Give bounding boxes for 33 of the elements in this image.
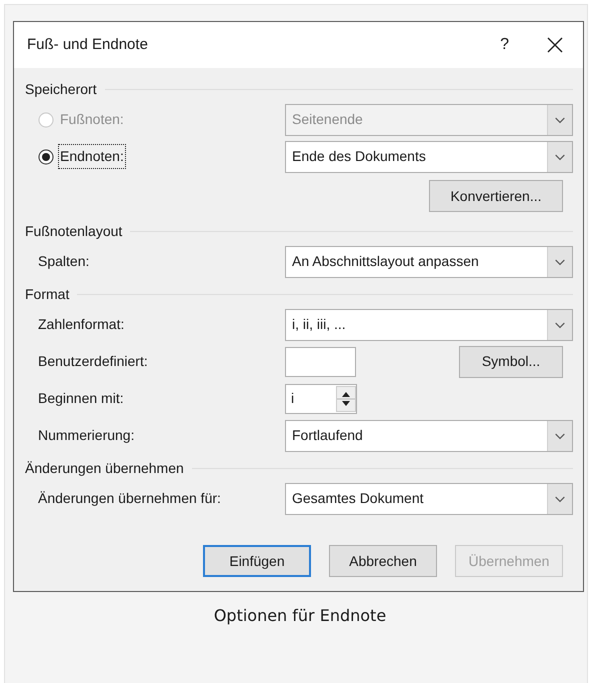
convert-button[interactable]: Konvertieren... bbox=[429, 180, 563, 212]
chevron-down-icon[interactable] bbox=[547, 420, 572, 450]
section-heading: Fußnotenlayout bbox=[25, 222, 122, 241]
chevron-down-icon[interactable] bbox=[547, 142, 572, 172]
field-label: Nummerierung: bbox=[38, 426, 136, 445]
dialog-button[interactable]: Abbrechen bbox=[329, 545, 437, 577]
close-icon[interactable] bbox=[547, 37, 563, 53]
chevron-down-icon[interactable] bbox=[547, 246, 572, 276]
dropdown[interactable]: Ende des Dokuments bbox=[285, 140, 573, 172]
radio-button[interactable] bbox=[38, 148, 54, 164]
dropdown[interactable]: An Abschnittslayout anpassen bbox=[285, 246, 573, 278]
field-label: Beginnen mit: bbox=[38, 389, 125, 408]
dialog-button[interactable]: Einfügen bbox=[203, 545, 311, 577]
chevron-down-icon[interactable] bbox=[547, 310, 572, 340]
input-field[interactable] bbox=[285, 346, 356, 376]
figure-caption: Optionen für Endnote bbox=[212, 605, 388, 627]
field-label: Änderungen übernehmen für: bbox=[38, 489, 222, 508]
section-heading: Format bbox=[25, 284, 70, 304]
section-heading: Speicherort bbox=[25, 80, 97, 99]
field-label: Benutzerdefiniert: bbox=[38, 352, 149, 371]
dropdown[interactable]: Fortlaufend bbox=[285, 420, 573, 452]
field-label: Zahlenformat: bbox=[38, 315, 126, 334]
radio-label[interactable]: Endnoten: bbox=[60, 146, 124, 167]
symbol-button[interactable]: Symbol... bbox=[459, 346, 563, 378]
dropdown[interactable]: Gesamtes Dokument bbox=[285, 482, 573, 514]
spinner-field[interactable]: i bbox=[285, 384, 357, 414]
spinner-arrows-icon[interactable] bbox=[336, 386, 356, 412]
dropdown[interactable]: i, ii, iii, ... bbox=[285, 308, 573, 340]
section-heading: Änderungen übernehmen bbox=[25, 458, 184, 478]
chevron-down-icon[interactable] bbox=[547, 484, 572, 514]
window-title: Fuß- und Endnote bbox=[27, 34, 149, 55]
field-label: Spalten: bbox=[38, 252, 90, 271]
help-button[interactable]: ? bbox=[500, 33, 509, 57]
